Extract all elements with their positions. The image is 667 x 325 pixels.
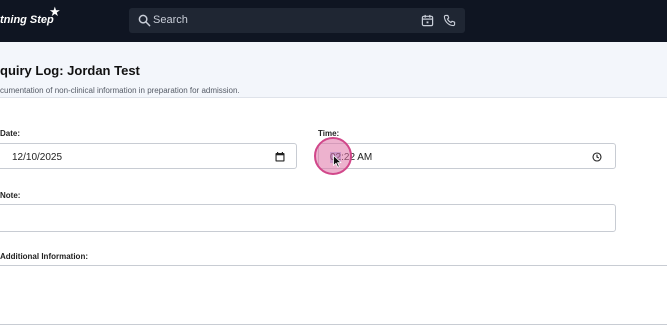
note-input[interactable] [0, 204, 616, 232]
date-label: Date: [0, 129, 21, 138]
star-icon[interactable]: ★ [49, 6, 61, 19]
search-icon [138, 14, 151, 27]
time-field[interactable]: 02:22 AM [318, 143, 616, 169]
note-label: Note: [0, 191, 21, 200]
additional-info-textarea[interactable] [0, 265, 667, 325]
search-bar[interactable]: Search [129, 8, 465, 33]
page-title: quiry Log: Jordan Test [0, 63, 140, 78]
page-header: quiry Log: Jordan Test cumentation of no… [0, 42, 667, 98]
calendar-icon[interactable] [421, 14, 434, 27]
clock-icon[interactable] [592, 152, 602, 162]
additional-info-label: Additional Information: [0, 252, 88, 261]
top-navigation-bar: tning Step ★ Search [0, 0, 667, 42]
mouse-cursor-icon [333, 155, 342, 168]
page-subtitle: cumentation of non-clinical information … [0, 86, 240, 95]
date-field[interactable]: 12/10/2025 [0, 143, 297, 169]
search-input[interactable]: Search [153, 14, 188, 26]
date-value: 12/10/2025 [12, 152, 63, 163]
brand-name[interactable]: tning Step [0, 14, 54, 26]
calendar-picker-icon[interactable] [275, 152, 285, 162]
phone-icon[interactable] [443, 14, 456, 27]
